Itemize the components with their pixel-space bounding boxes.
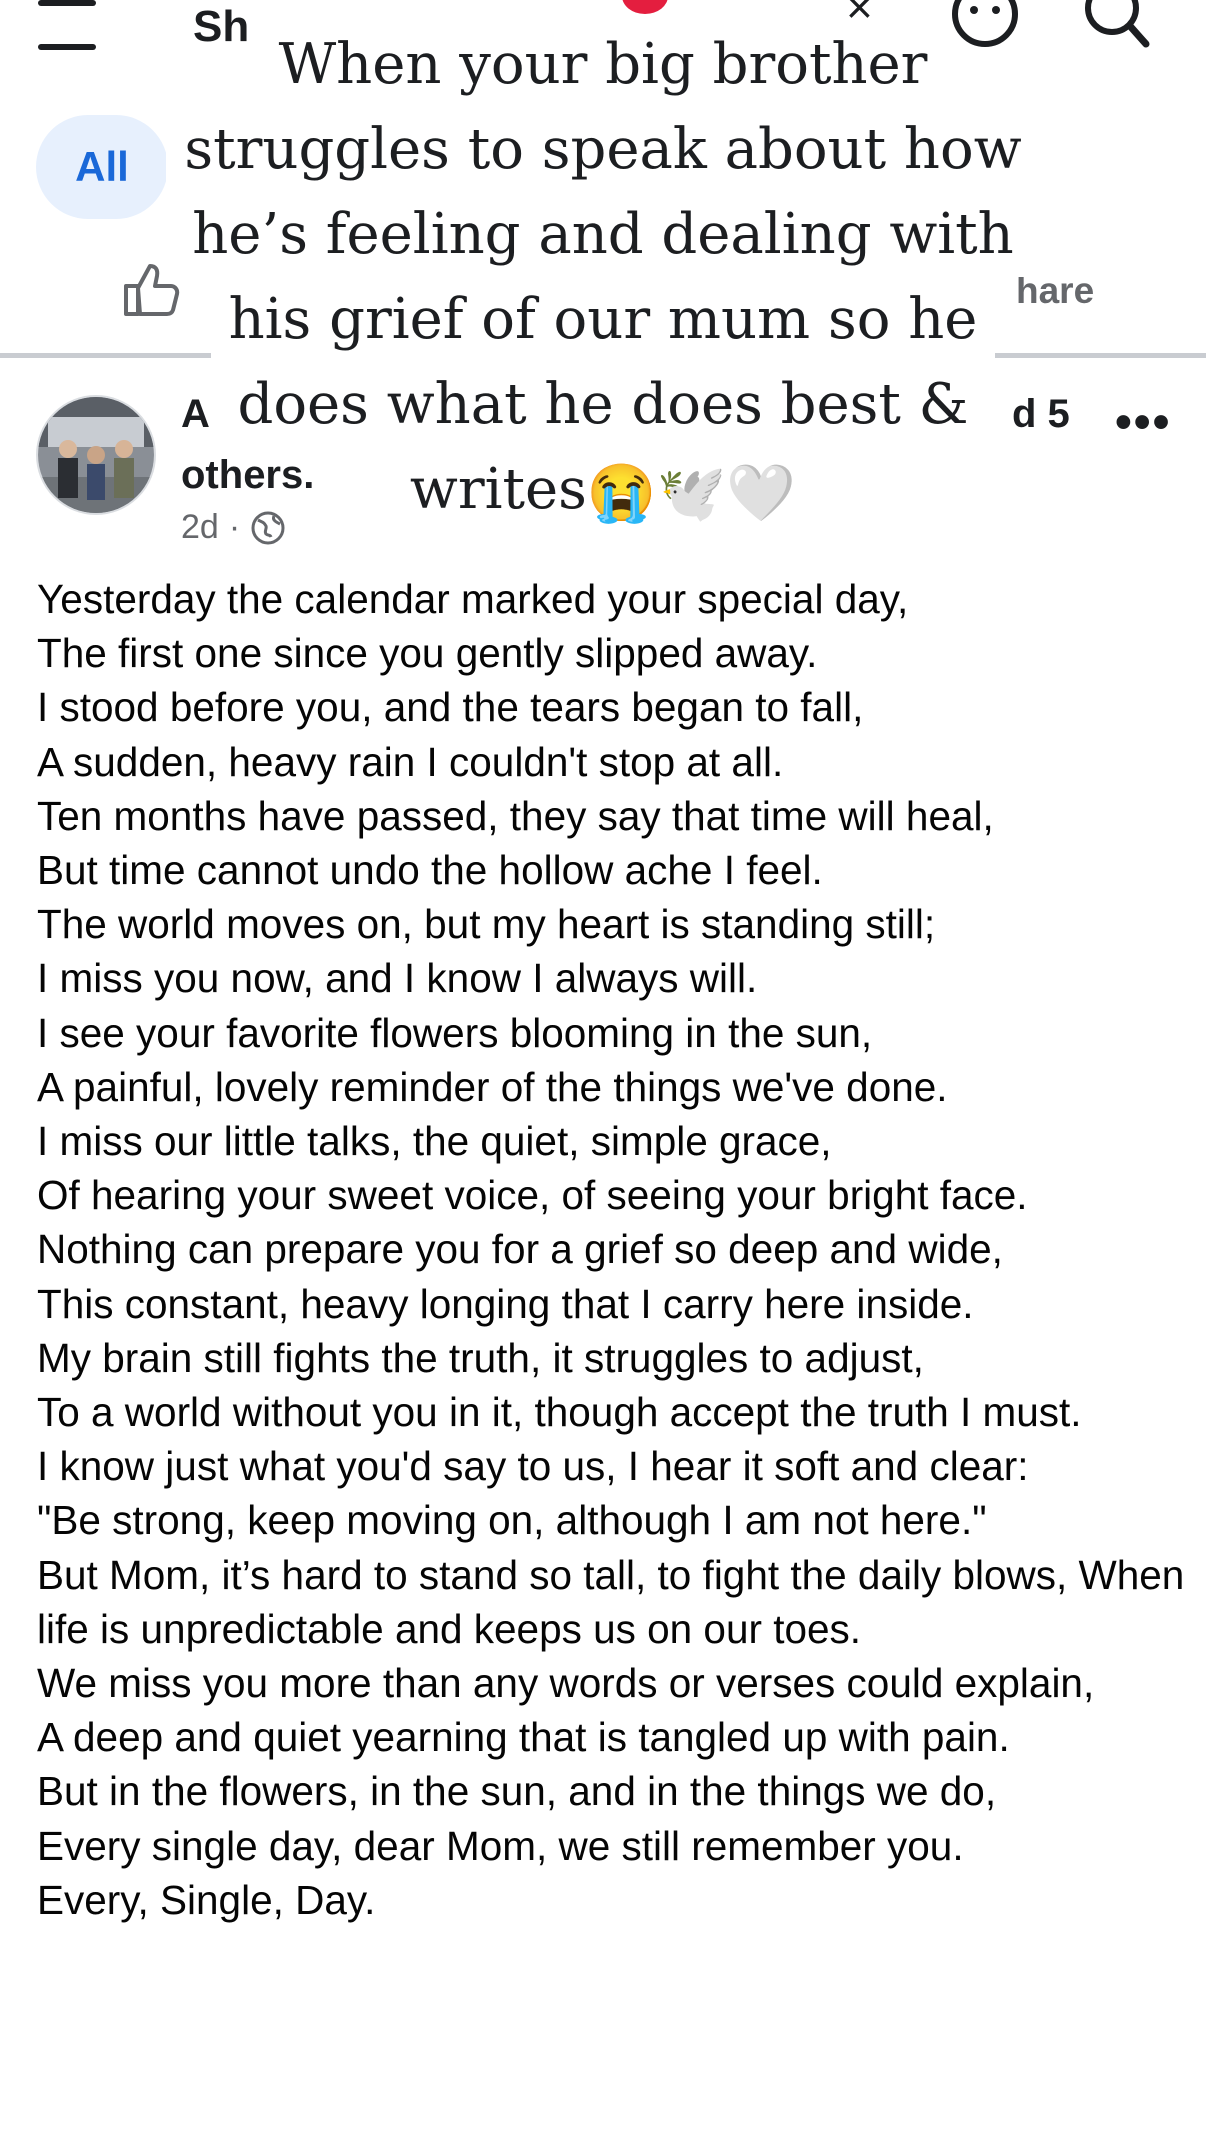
poem-line: The first one since you gently slipped a… — [37, 630, 818, 677]
poem-line: "Be strong, keep moving on, although I a… — [37, 1497, 987, 1544]
notification-badge — [622, 0, 668, 14]
poem-line: I stood before you, and the tears began … — [37, 684, 864, 731]
caption-text: his grief of our mum so he — [228, 287, 978, 352]
poem-line: This constant, heavy longing that I carr… — [37, 1280, 974, 1327]
caption-emoji: 🕊️ — [656, 461, 727, 526]
poem-line: But time cannot undo the hollow ache I f… — [37, 847, 823, 894]
poem-line: Every, Single, Day. — [37, 1876, 376, 1923]
caption-row: When your big brother — [150, 22, 1056, 107]
hamburger-menu-icon[interactable] — [38, 0, 98, 52]
caption-emoji: 😭 — [586, 461, 657, 526]
caption-text: struggles to speak about how — [184, 117, 1022, 182]
poem-line: I see your favorite flowers blooming in … — [37, 1009, 873, 1056]
poem-line: Every single day, dear Mom, we still rem… — [37, 1822, 964, 1869]
poem-line: But in the flowers, in the sun, and in t… — [37, 1768, 997, 1815]
caption-line: When your big brother — [260, 22, 946, 107]
caption-row: he’s feeling and dealing with — [150, 192, 1056, 277]
poem-line: Of hearing your sweet voice, of seeing y… — [37, 1172, 1028, 1219]
caption-row: his grief of our mum so he — [150, 277, 1056, 362]
poem-line: My brain still fights the truth, it stru… — [37, 1334, 924, 1381]
caption-emoji: 🤍 — [726, 461, 797, 526]
poem-line: Yesterday the calendar marked your speci… — [37, 576, 909, 622]
poem-line: We miss you more than any words or verse… — [37, 1660, 1095, 1707]
poem-line: A deep and quiet yearning that is tangle… — [37, 1714, 1010, 1761]
caption-text: does what he does best & — [237, 372, 969, 437]
poem-line: I miss you now, and I know I always will… — [37, 955, 758, 1002]
caption-text: he’s feeling and dealing with — [192, 202, 1014, 267]
overlay-caption: When your big brother struggles to speak … — [150, 22, 1056, 536]
caption-row: writes😭🕊️🤍 — [150, 447, 1056, 536]
caption-text: writes — [409, 457, 587, 522]
filter-all-chip[interactable]: All — [36, 115, 168, 219]
caption-line: writes😭🕊️🤍 — [391, 447, 815, 536]
caption-text: When your big brother — [278, 32, 928, 97]
poem-line: The world moves on, but my heart is stan… — [37, 901, 936, 948]
caption-row: struggles to speak about how — [150, 107, 1056, 192]
more-dots-icon[interactable]: ••• — [1115, 395, 1171, 450]
screen: Sh × All hare A d 5 ••• others. 2d · Yes… — [0, 0, 1206, 2144]
caption-line: struggles to speak about how — [166, 107, 1040, 192]
poem-line: I miss our little talks, the quiet, simp… — [37, 1118, 832, 1165]
poem-line: A painful, lovely reminder of the things… — [37, 1063, 948, 1110]
caption-row: does what he does best & — [150, 362, 1056, 447]
poem-line: Ten months have passed, they say that ti… — [37, 792, 994, 839]
caption-line: his grief of our mum so he — [210, 277, 996, 362]
caption-line: does what he does best & — [219, 362, 987, 447]
caption-line: he’s feeling and dealing with — [174, 192, 1032, 277]
poem-line: Nothing can prepare you for a grief so d… — [37, 1226, 1003, 1273]
poem-line: But Mom, it’s hard to stand so tall, to … — [37, 1551, 1185, 1652]
poem-line: To a world without you in it, though acc… — [37, 1389, 1082, 1436]
poem-line: I know just what you'd say to us, I hear… — [37, 1443, 1029, 1490]
avatar[interactable] — [36, 395, 156, 515]
post-body: Yesterday the calendar marked your speci… — [37, 572, 1187, 1927]
search-icon[interactable] — [1080, 0, 1152, 52]
poem-line: A sudden, heavy rain I couldn't stop at … — [37, 738, 784, 785]
